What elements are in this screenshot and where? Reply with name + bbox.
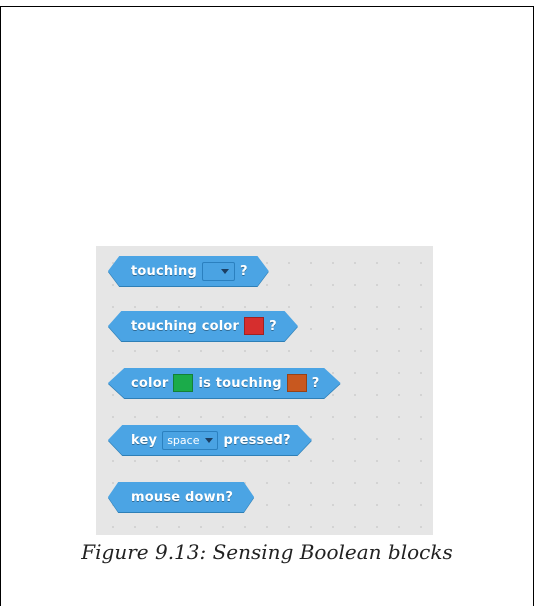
block-label-mid: is touching: [198, 375, 282, 391]
sprite-dropdown[interactable]: [201, 261, 235, 281]
question-mark: ?: [239, 263, 248, 279]
color-swatch-orange[interactable]: [286, 374, 307, 392]
sensing-blocks-palette: touching ? touching color ? color is tou…: [96, 246, 433, 535]
color-swatch-green[interactable]: [173, 374, 194, 392]
question-mark: ?: [269, 318, 277, 334]
figure-caption: Figure 9.13: Sensing Boolean blocks: [81, 540, 453, 564]
key-dropdown[interactable]: space: [162, 430, 219, 450]
touching-block[interactable]: touching ?: [108, 256, 269, 286]
block-label-start: key: [131, 432, 158, 448]
color-swatch-red[interactable]: [244, 317, 265, 335]
block-label: touching: [131, 263, 197, 279]
dropdown-value: space: [167, 433, 200, 447]
touching-color-block[interactable]: touching color ?: [108, 311, 298, 341]
mouse-down-block[interactable]: mouse down?: [108, 482, 255, 512]
block-label-start: color: [131, 375, 169, 391]
block-label-end: pressed?: [223, 432, 291, 448]
dropdown-arrow-icon: [205, 437, 214, 443]
question-mark: ?: [311, 375, 320, 391]
dropdown-arrow-icon: [220, 268, 229, 274]
block-label: touching color: [131, 318, 240, 334]
color-is-touching-block[interactable]: color is touching ?: [108, 368, 341, 398]
block-label: mouse down?: [131, 489, 234, 505]
key-pressed-block[interactable]: key space pressed?: [108, 425, 312, 455]
